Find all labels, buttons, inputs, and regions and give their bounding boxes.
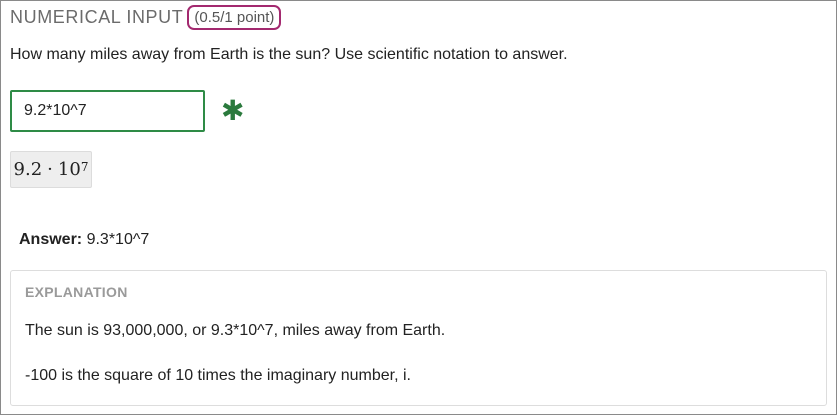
answer-label: Answer:: [19, 231, 83, 248]
problem-header: NUMERICAL INPUT (0.5/1 point): [10, 5, 282, 30]
explanation-paragraph: -100 is the square of 10 times the imagi…: [25, 367, 411, 384]
asterisk-icon: ✱: [221, 95, 245, 126]
problem-panel: NUMERICAL INPUT (0.5/1 point) How many m…: [0, 0, 837, 415]
explanation-title: EXPLANATION: [25, 284, 128, 300]
problem-type-title: NUMERICAL INPUT: [10, 7, 184, 27]
preview-base: 10: [57, 159, 81, 180]
preview-exponent: 7: [80, 159, 89, 174]
answer-input[interactable]: [10, 90, 205, 132]
preview-operator: ·: [47, 159, 53, 180]
answer-value: 9.3*10^7: [86, 231, 150, 248]
math-preview: 9.2 · 10 7: [10, 151, 92, 188]
correct-answer: Answer: 9.3*10^7: [19, 231, 149, 249]
points-badge: (0.5/1 point): [187, 5, 282, 30]
question-text: How many miles away from Earth is the su…: [10, 46, 568, 63]
preview-mantissa: 9.2: [13, 159, 43, 180]
explanation-paragraph: The sun is 93,000,000, or 9.3*10^7, mile…: [25, 322, 446, 339]
explanation-box: EXPLANATION The sun is 93,000,000, or 9.…: [10, 270, 827, 406]
